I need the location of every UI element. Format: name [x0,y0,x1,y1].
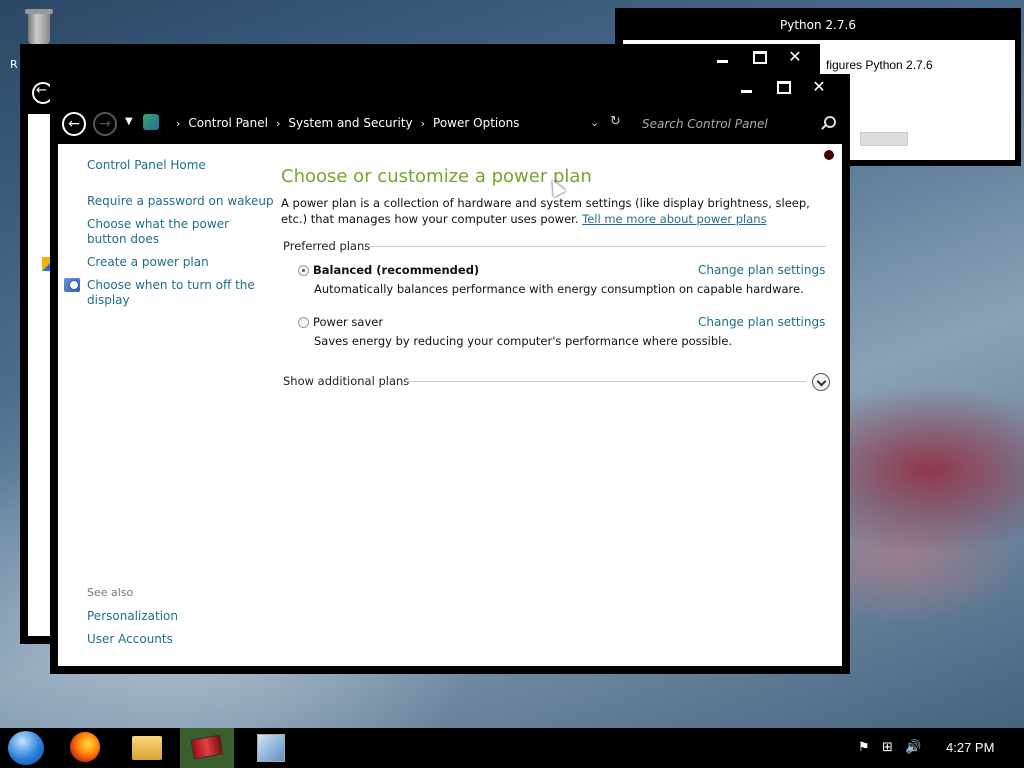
close-button[interactable]: ✕ [808,78,830,96]
breadcrumb-separator-icon[interactable]: › [421,117,425,130]
balanced-radio[interactable] [298,265,309,276]
power-button-link[interactable]: Choose what the power button does [87,217,257,247]
background-window-controls: ✕ [712,48,806,66]
taskbar: ⚑ ⊞ 🔊 4:27 PM [0,728,1024,768]
balanced-change-settings-link[interactable]: Change plan settings [698,263,825,277]
forward-button[interactable]: → [93,112,117,136]
breadcrumb-separator-icon: › [176,116,181,130]
firefox-icon [70,732,100,762]
require-password-link[interactable]: Require a password on wakeup [87,194,274,209]
breadcrumb-separator-icon[interactable]: › [276,117,280,130]
personalization-link[interactable]: Personalization [87,609,178,624]
power-app-icon [190,734,224,760]
create-power-plan-link[interactable]: Create a power plan [87,255,209,270]
search-box [638,112,838,136]
recycle-bin-label: R [10,58,18,71]
page-title: Choose or customize a power plan [281,166,592,187]
minimize-button[interactable] [736,78,758,96]
breadcrumb: › Control Panel › System and Security › … [168,116,519,130]
search-input[interactable] [642,115,812,133]
content-area: Control Panel Home Require a password on… [58,144,842,666]
window-controls: ✕ [736,78,830,96]
installer-icon [257,734,285,762]
taskbar-power-app[interactable] [180,728,234,768]
expand-additional-plans-button[interactable] [812,373,830,391]
power-options-window: ✕ ← → ▼ › Control Panel › System and Sec… [50,74,850,674]
maximize-button[interactable] [772,78,794,96]
python-dialog-text: figures Python 2.7.6 [826,58,933,72]
control-panel-home-link[interactable]: Control Panel Home [87,158,206,173]
python-progress-bar [860,132,908,146]
tell-me-more-link[interactable]: Tell me more about power plans [582,212,766,226]
help-icon[interactable] [824,150,834,160]
python-dialog-title: Python 2.7.6 [780,18,856,32]
taskbar-firefox[interactable] [58,728,112,768]
file-explorer-icon [132,736,162,760]
taskbar-file-explorer[interactable] [120,728,174,768]
balanced-plan-description: Automatically balances performance with … [314,282,804,296]
close-button[interactable]: ✕ [784,48,806,66]
maximize-button[interactable] [748,48,770,66]
action-center-flag-icon[interactable]: ⚑ [858,740,870,755]
trash-can-icon [25,9,53,44]
start-button[interactable] [8,731,44,765]
page-description: A power plan is a collection of hardware… [281,195,821,227]
additional-plans-divider [406,381,806,382]
system-clock[interactable]: 4:27 PM [946,740,994,755]
power-saver-radio[interactable] [298,317,309,328]
minimize-button[interactable] [712,48,734,66]
navigation-bar: ← → ▼ › Control Panel › System and Secur… [50,108,850,140]
volume-icon[interactable]: 🔊 [905,740,921,755]
user-accounts-link[interactable]: User Accounts [87,632,173,647]
preferred-plans-divider [368,246,826,247]
breadcrumb-control-panel[interactable]: Control Panel [188,116,268,130]
breadcrumb-power-options[interactable]: Power Options [433,116,519,130]
power-saver-plan-name[interactable]: Power saver [313,315,383,329]
search-icon[interactable] [824,116,836,128]
address-history-chevron-icon[interactable]: ⌄ [590,116,599,129]
display-clock-icon [64,278,80,292]
taskbar-installer[interactable] [245,728,299,768]
back-button[interactable]: ← [62,112,86,136]
preferred-plans-label: Preferred plans [283,239,371,253]
refresh-icon[interactable]: ↻ [610,114,621,129]
recycle-bin-icon[interactable] [22,8,56,48]
breadcrumb-system-and-security[interactable]: System and Security [288,116,412,130]
control-panel-folder-icon [143,114,159,130]
recent-locations-dropdown-icon[interactable]: ▼ [125,116,133,127]
network-icon[interactable]: ⊞ [882,740,893,755]
balanced-plan-name[interactable]: Balanced (recommended) [313,263,479,277]
show-additional-plans-label[interactable]: Show additional plans [283,374,409,388]
power-saver-change-settings-link[interactable]: Change plan settings [698,315,825,329]
turn-off-display-link[interactable]: Choose when to turn off the display [87,278,257,308]
see-also-heading: See also [87,586,134,599]
power-saver-plan-description: Saves energy by reducing your computer's… [314,334,733,348]
